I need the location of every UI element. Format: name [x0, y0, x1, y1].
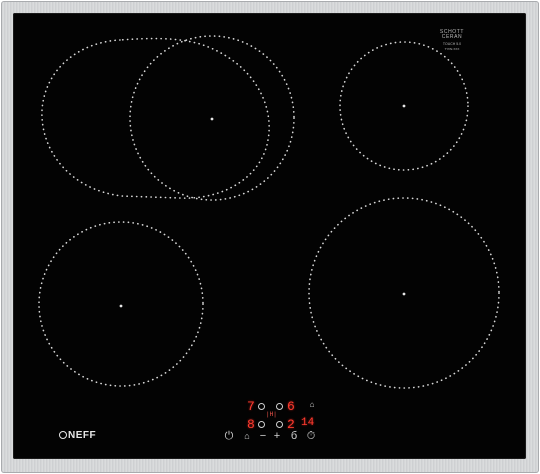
zone-select-rear-left[interactable]: [258, 403, 265, 410]
boost-icon[interactable]: б: [287, 431, 301, 442]
timer-icon[interactable]: ⏱: [304, 431, 318, 442]
display-rear-left: 7: [247, 399, 255, 414]
induction-hob: SCHOTT CERAN TOUCH 5.0 TYPE XXX NEFF 7 6…: [0, 0, 540, 474]
zone-front-left-center: [119, 304, 123, 308]
zone-front-left-outline[interactable]: [38, 221, 204, 387]
ceran-badge: SCHOTT CERAN TOUCH 5.0 TYPE XXX: [424, 30, 480, 51]
wipe-protection-icon[interactable]: ⌂: [240, 432, 254, 441]
display-front-left: 8: [247, 417, 255, 432]
zone-rear-left-outline[interactable]: [41, 37, 270, 199]
brand-name: NEFF: [68, 430, 97, 441]
display-front-right-small: 14: [301, 417, 315, 429]
display-rear-right: 6: [287, 399, 295, 414]
zone-rear-left-center: [210, 117, 214, 121]
badge-line3: TOUCH 5.0: [442, 42, 462, 46]
badge-line2: CERAN: [441, 34, 463, 40]
zone-front-right-center: [402, 292, 406, 296]
power-icon[interactable]: ⏻: [222, 431, 236, 442]
lock-icon[interactable]: ⌂: [305, 401, 319, 409]
cooking-zones: [38, 35, 500, 389]
zone-select-rear-right-aux[interactable]: [276, 403, 283, 410]
brand-ring-icon: [59, 431, 67, 439]
badge-line4: TYPE XXX: [444, 46, 460, 51]
zone-select-front-left[interactable]: [258, 421, 265, 428]
zone-rear-right-center: [402, 104, 406, 108]
plus-button[interactable]: +: [270, 431, 284, 442]
brand-logo: NEFF: [59, 430, 96, 441]
minus-button[interactable]: −: [256, 431, 270, 442]
zone-select-front-right-aux[interactable]: [276, 421, 283, 428]
hob-marker: |H|: [266, 411, 277, 418]
